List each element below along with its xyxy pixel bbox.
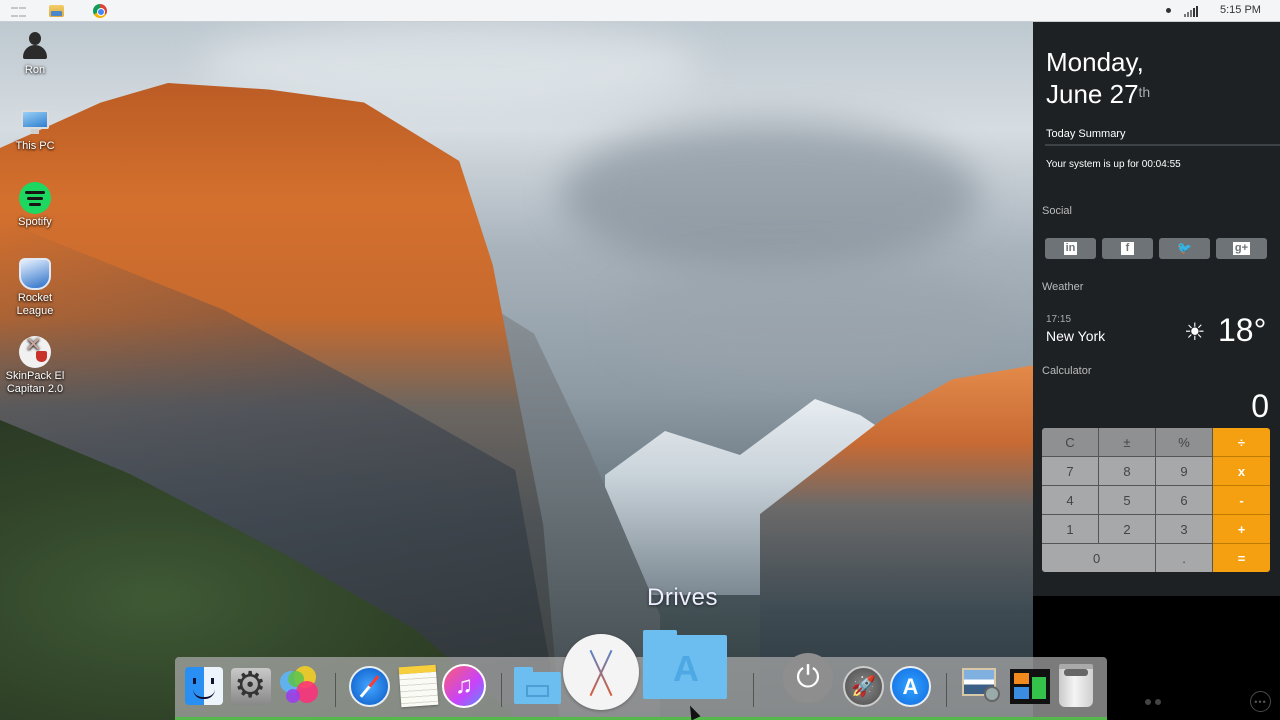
- dock-separator: [335, 673, 336, 707]
- dock-finder-icon[interactable]: [185, 667, 223, 705]
- dock-system-preferences-icon[interactable]: [231, 665, 271, 705]
- calc-key-8[interactable]: 8: [1099, 457, 1156, 486]
- calc-key-decimal[interactable]: .: [1156, 544, 1213, 572]
- calc-key-equals[interactable]: =: [1213, 544, 1270, 572]
- desktop-icon-label: This PC: [15, 140, 55, 152]
- calc-key-7[interactable]: 7: [1042, 457, 1099, 486]
- more-button[interactable]: •••: [1250, 691, 1271, 712]
- weather-temperature: 18°: [1218, 312, 1267, 348]
- windows-logo-icon[interactable]: [11, 4, 26, 19]
- dock-hover-label: Drives: [647, 584, 719, 611]
- social-title: Social: [1042, 205, 1072, 217]
- signal-bars-icon[interactable]: [1184, 5, 1200, 17]
- page-dot[interactable]: [1145, 699, 1151, 705]
- desktop-icon-label: Ron: [24, 64, 46, 76]
- calc-key-6[interactable]: 6: [1156, 486, 1213, 515]
- date-month-day: June 27: [1046, 79, 1139, 109]
- calc-key-0[interactable]: 0: [1042, 544, 1156, 572]
- date-day: June 27th: [1046, 78, 1150, 110]
- calc-key-divide[interactable]: ÷: [1213, 428, 1270, 457]
- today-summary-title: Today Summary: [1046, 128, 1126, 140]
- file-explorer-icon[interactable]: [48, 3, 64, 19]
- computer-icon: [19, 106, 51, 138]
- dock-app-store-icon[interactable]: A: [890, 666, 931, 707]
- page-dot[interactable]: [1155, 699, 1161, 705]
- calc-key-clear[interactable]: C: [1042, 428, 1099, 457]
- spotify-icon: [19, 182, 51, 214]
- app-store-glyph-icon: A: [673, 648, 699, 689]
- wallpaper-cloud: [560, 120, 980, 270]
- calc-key-9[interactable]: 9: [1156, 457, 1213, 486]
- weather-city: New York: [1046, 328, 1106, 344]
- calc-key-add[interactable]: +: [1213, 515, 1270, 544]
- weather-time: 17:15: [1046, 314, 1072, 325]
- sidebar-date: Monday, June 27th: [1046, 46, 1150, 110]
- facebook-icon: f: [1121, 242, 1134, 255]
- dock-trash-icon[interactable]: [1059, 664, 1093, 707]
- google-plus-icon: g+: [1232, 242, 1251, 255]
- page-indicator[interactable]: [1145, 699, 1161, 705]
- calc-key-4[interactable]: 4: [1042, 486, 1099, 515]
- dock-safari-icon[interactable]: [349, 666, 390, 707]
- social-buttons: in f 🐦 g+: [1045, 238, 1267, 259]
- summary-divider: [1045, 144, 1280, 146]
- dock-drives-folder-icon[interactable]: [514, 667, 561, 704]
- desktop-icon-skinpack[interactable]: SkinPack El Capitan 2.0: [0, 336, 70, 396]
- dock-notes-icon[interactable]: [398, 664, 439, 708]
- desktop-icon-label: Spotify: [18, 216, 52, 228]
- tray-clock[interactable]: 5:15 PM: [1220, 4, 1261, 16]
- calc-key-plus-minus[interactable]: ±: [1099, 428, 1156, 457]
- rocket-league-icon: [19, 258, 51, 290]
- dock-separator: [753, 673, 754, 707]
- notification-dot-icon[interactable]: [1166, 8, 1171, 13]
- calc-key-2[interactable]: 2: [1099, 515, 1156, 544]
- calc-key-subtract[interactable]: -: [1213, 486, 1270, 515]
- dock-applications-folder-icon[interactable]: A: [643, 630, 727, 699]
- user-icon: [19, 30, 51, 62]
- dock-el-capitan-icon[interactable]: [563, 634, 639, 710]
- calculator-keypad: C ± % ÷ 7 8 9 x 4 5 6 - 1 2 3 + 0 . =: [1042, 428, 1270, 572]
- calc-key-percent[interactable]: %: [1156, 428, 1213, 457]
- dock-launchpad-icon[interactable]: 🚀: [843, 666, 884, 707]
- dock-itunes-icon[interactable]: ♫: [442, 664, 486, 708]
- date-suffix: th: [1138, 84, 1151, 100]
- calculator-display: 0: [1251, 388, 1269, 424]
- weather-title: Weather: [1042, 281, 1084, 293]
- twitter-button[interactable]: 🐦: [1159, 238, 1210, 259]
- desktop-icon-label: Rocket League: [16, 292, 54, 317]
- dock-game-center-icon[interactable]: [278, 665, 322, 707]
- calculator-title: Calculator: [1042, 365, 1092, 377]
- taskbar: 5:15 PM: [0, 0, 1280, 22]
- wallpaper-cloud: [620, 260, 1000, 380]
- uptime-text: Your system is up for 00:04:55: [1046, 159, 1181, 170]
- desktop-icon-label: SkinPack El Capitan 2.0: [5, 370, 65, 395]
- skinpack-icon: [19, 336, 51, 368]
- chrome-icon[interactable]: [92, 3, 108, 19]
- calc-key-3[interactable]: 3: [1156, 515, 1213, 544]
- desktop-icon-this-pc[interactable]: This PC: [0, 106, 70, 153]
- date-weekday: Monday,: [1046, 47, 1144, 77]
- twitter-icon: 🐦: [1177, 241, 1192, 255]
- calc-key-1[interactable]: 1: [1042, 515, 1099, 544]
- sidebar-panel: Monday, June 27th Today Summary Your sys…: [1033, 22, 1280, 720]
- dock-power-icon[interactable]: ⏻: [783, 653, 833, 703]
- dock-separator: [501, 673, 502, 707]
- desktop-icon-ron[interactable]: Ron: [0, 30, 70, 77]
- sidebar-widgets: Monday, June 27th Today Summary Your sys…: [1033, 22, 1280, 596]
- dock-separator: [946, 673, 947, 707]
- google-plus-button[interactable]: g+: [1216, 238, 1267, 259]
- desktop-icon-rocket-league[interactable]: Rocket League: [0, 258, 70, 318]
- calc-key-multiply[interactable]: x: [1213, 457, 1270, 486]
- desktop-icon-spotify[interactable]: Spotify: [0, 182, 70, 229]
- linkedin-icon: in: [1063, 242, 1078, 255]
- linkedin-button[interactable]: in: [1045, 238, 1096, 259]
- dock-mission-control-icon[interactable]: [1010, 669, 1050, 704]
- facebook-button[interactable]: f: [1102, 238, 1153, 259]
- dock-preview-icon[interactable]: [962, 668, 1002, 705]
- sun-icon: ☀: [1184, 319, 1206, 346]
- calc-key-5[interactable]: 5: [1099, 486, 1156, 515]
